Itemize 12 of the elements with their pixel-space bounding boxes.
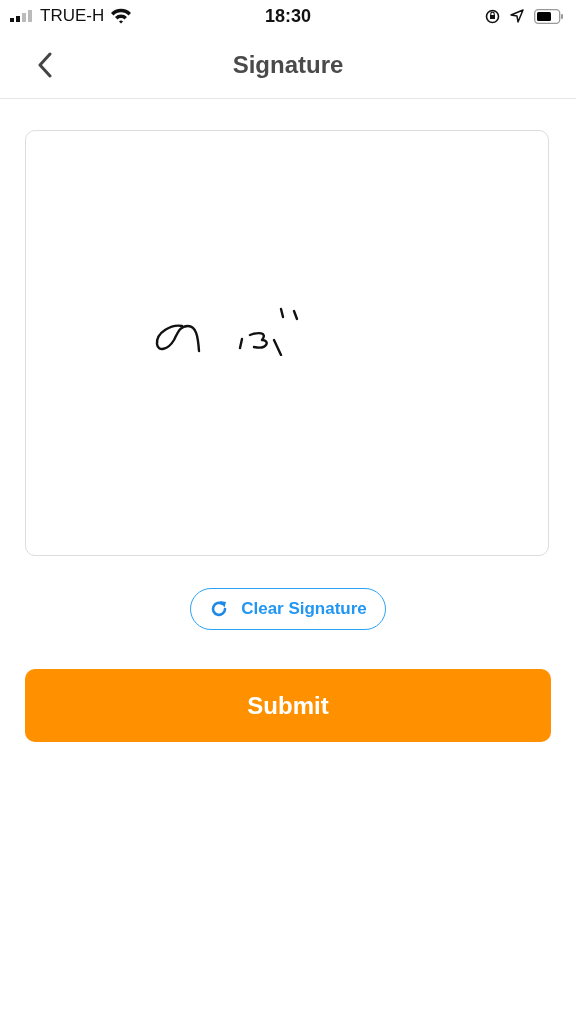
signal-icon xyxy=(10,10,34,22)
screen-title: Signature xyxy=(232,51,344,79)
back-chevron-icon xyxy=(38,52,52,78)
submit-button[interactable]: Submit xyxy=(25,669,551,742)
rotation-lock-icon xyxy=(485,8,500,24)
clock-time: 18:30 xyxy=(265,5,311,27)
battery-icon xyxy=(534,8,564,24)
back-button[interactable] xyxy=(36,50,54,80)
location-icon xyxy=(510,9,524,23)
carrier-name: TRUE-H xyxy=(40,6,105,26)
wifi-icon xyxy=(110,8,133,24)
clear-signature-button[interactable]: Clear Signature xyxy=(190,588,386,630)
